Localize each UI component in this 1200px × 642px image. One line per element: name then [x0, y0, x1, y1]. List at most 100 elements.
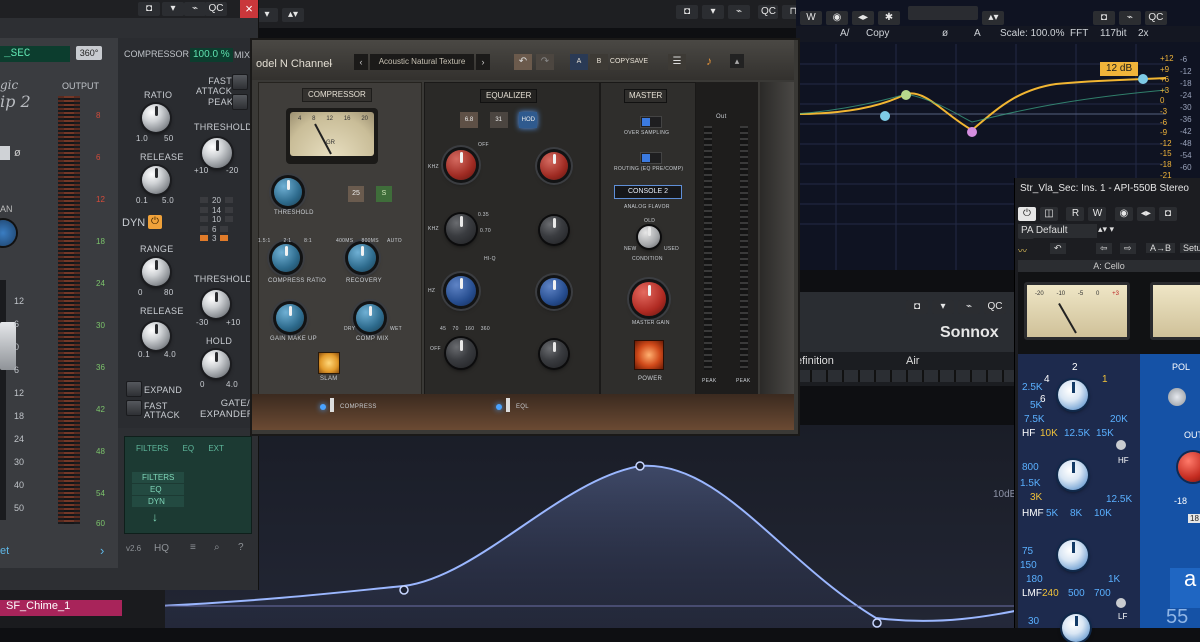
bottom-eq-curve[interactable]: [160, 440, 1030, 628]
copy-button[interactable]: Copy: [866, 28, 889, 39]
eq-high-freq-knob[interactable]: [446, 150, 476, 180]
lf-gain-knob[interactable]: [1062, 614, 1090, 642]
eq-node[interactable]: [901, 90, 911, 100]
dropdown-icon[interactable]: ▾: [932, 300, 954, 314]
power-icon[interactable]: ◉: [826, 11, 848, 25]
power-button[interactable]: [634, 340, 664, 370]
gate-release-knob[interactable]: [142, 322, 170, 350]
waveform-icon[interactable]: ⌁: [184, 2, 206, 16]
arrows-icon[interactable]: ◂▸: [852, 11, 874, 25]
bypass-icon[interactable]: ◫: [1040, 207, 1058, 221]
oversampling-toggle[interactable]: [640, 116, 662, 128]
search-icon[interactable]: ⌕: [214, 542, 220, 553]
gain-make-up-knob[interactable]: [276, 304, 304, 332]
eq-hpf-knob[interactable]: [446, 338, 476, 368]
hmf-gain-knob[interactable]: [1058, 460, 1088, 490]
compare-icon[interactable]: ◉: [1114, 207, 1133, 221]
arrows-icon[interactable]: ▴▾: [982, 11, 1005, 25]
mix-value[interactable]: 100.0 %: [190, 48, 233, 62]
eq-node[interactable]: [880, 111, 890, 121]
save-button[interactable]: SAVE: [629, 54, 648, 70]
api-preset-field[interactable]: PA Default: [1018, 224, 1097, 238]
camera-icon[interactable]: ◘: [138, 2, 160, 16]
help-icon[interactable]: ?: [238, 542, 244, 553]
gr-button-25[interactable]: 25: [348, 186, 364, 202]
copy-button[interactable]: COPY: [609, 54, 630, 70]
threshold-knob[interactable]: [202, 138, 232, 168]
qc-button[interactable]: QC: [205, 2, 227, 16]
undo-button[interactable]: ↶: [514, 54, 532, 70]
menu-icon[interactable]: ☰: [668, 54, 686, 70]
routing-item-eq[interactable]: EQ: [132, 484, 184, 495]
preset-name[interactable]: et: [0, 546, 9, 557]
dyn-power-button[interactable]: ⏻: [148, 215, 162, 229]
lf-shelf-switch[interactable]: [1116, 598, 1126, 608]
redo-button[interactable]: ↷: [536, 54, 554, 70]
compress-toggle[interactable]: [330, 398, 334, 412]
compress-toggle-led[interactable]: [320, 404, 326, 410]
preset-prev-button[interactable]: ‹: [354, 54, 368, 70]
eq-node[interactable]: [967, 127, 977, 137]
qc-button[interactable]: QC: [758, 5, 779, 19]
eq-node[interactable]: [1138, 74, 1148, 84]
waveform-icon[interactable]: ⌁: [1118, 11, 1141, 25]
master-gain-knob[interactable]: [632, 282, 666, 316]
dropdown-icon[interactable]: ▾: [702, 5, 724, 19]
threshold-knob[interactable]: [274, 178, 302, 206]
setup-button[interactable]: Setup: [1180, 243, 1200, 253]
slam-button[interactable]: [318, 352, 340, 374]
eq-mid-freq-knob[interactable]: [446, 214, 476, 244]
track-name-field[interactable]: _SEC: [0, 46, 70, 62]
camera-icon[interactable]: ◘: [676, 5, 698, 19]
eq-band-handle[interactable]: [635, 461, 645, 471]
bit-readout[interactable]: 117bit: [1100, 28, 1127, 39]
gate-threshold-knob[interactable]: [202, 290, 230, 318]
routing-toggle[interactable]: [640, 152, 662, 164]
fft-button[interactable]: FFT: [1070, 28, 1088, 39]
auto-button[interactable]: A: [974, 28, 981, 39]
gr-button-s[interactable]: S: [376, 186, 392, 202]
track-bar-name[interactable]: SF_Chime_1: [0, 600, 122, 616]
api-preset-arrows[interactable]: ▴▾ ▾: [1098, 224, 1114, 235]
hf-shelf-switch[interactable]: [1116, 440, 1126, 450]
eq-lpf-knob[interactable]: [540, 340, 568, 368]
tab-filters[interactable]: FILTERS: [136, 444, 168, 453]
eq-toggle[interactable]: [506, 398, 510, 412]
camera-icon[interactable]: ◘: [1158, 207, 1177, 221]
hold-knob[interactable]: [202, 350, 230, 378]
eq-button-68[interactable]: 6.8: [460, 112, 478, 128]
write-button[interactable]: W: [1088, 207, 1107, 221]
settings-icon[interactable]: ≡: [190, 542, 196, 553]
hq-button[interactable]: HQ: [154, 543, 169, 554]
arrow-right-icon[interactable]: ⇨: [1120, 243, 1136, 254]
undo-icon[interactable]: ↶: [1050, 243, 1066, 254]
eq-button-31[interactable]: 31: [489, 112, 508, 128]
degree-button[interactable]: 360°: [76, 46, 102, 60]
camera-icon[interactable]: ◘: [906, 300, 928, 314]
fader-track[interactable]: [0, 280, 6, 520]
waveform-icon[interactable]: ⌁: [728, 5, 750, 19]
eq-band-handle[interactable]: [399, 585, 409, 595]
tab-eq[interactable]: EQ: [183, 444, 195, 453]
camera-icon[interactable]: ◘: [1092, 11, 1115, 25]
tab-ext[interactable]: EXT: [208, 444, 224, 453]
b-button[interactable]: B: [589, 54, 608, 70]
arrows-icon[interactable]: ◂▸: [1136, 207, 1155, 221]
recovery-knob[interactable]: [348, 244, 376, 272]
compress-ratio-knob[interactable]: [272, 244, 300, 272]
fast-attack-button[interactable]: [232, 74, 248, 90]
collapse-icon[interactable]: ▴: [730, 54, 744, 68]
eq-high-gain-knob[interactable]: [540, 152, 568, 180]
phase-button[interactable]: [0, 146, 10, 160]
scale-readout[interactable]: Scale: 100.0%: [1000, 28, 1065, 39]
fast-attack2-button[interactable]: [126, 400, 142, 416]
console-button[interactable]: CONSOLE 2: [614, 185, 682, 199]
eq-mid-gain-knob[interactable]: [540, 216, 568, 244]
qc-button[interactable]: QC: [984, 300, 1006, 314]
eq-low-freq-knob[interactable]: [446, 276, 476, 306]
eq-low-gain-knob[interactable]: [540, 278, 568, 306]
preset-next-button[interactable]: ›: [476, 54, 490, 70]
release-knob[interactable]: [142, 166, 170, 194]
pol-button[interactable]: [1168, 388, 1186, 406]
ratio-knob[interactable]: [142, 104, 170, 132]
